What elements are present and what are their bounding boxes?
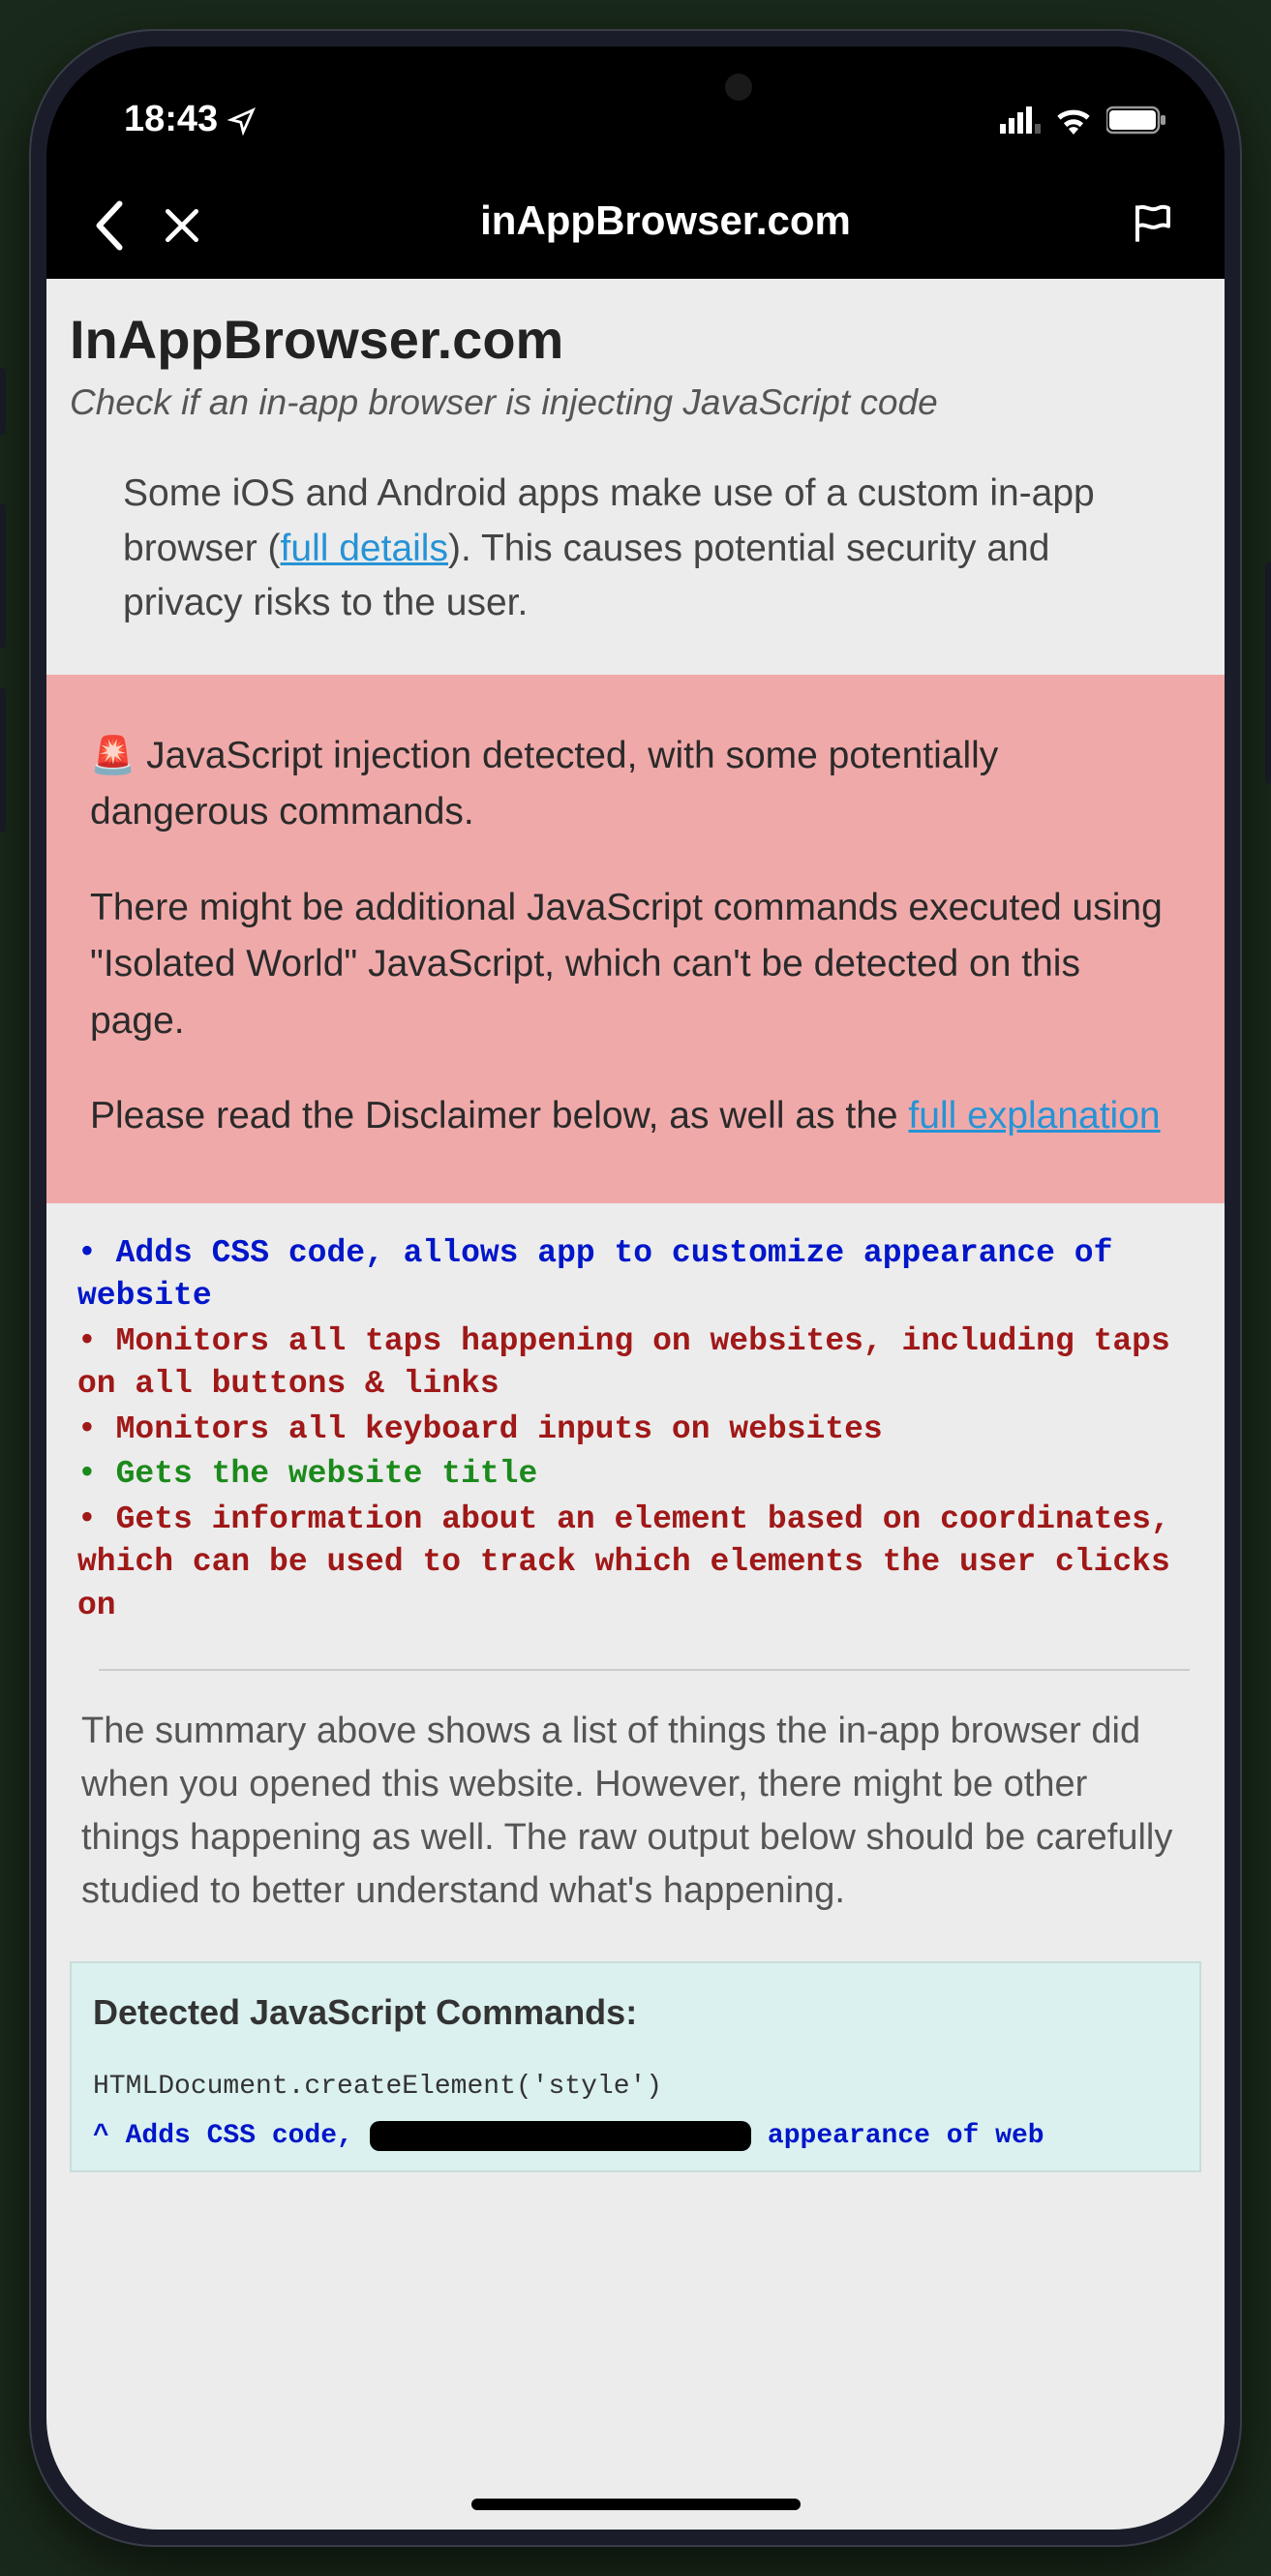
wifi-icon xyxy=(1054,99,1093,140)
notch xyxy=(423,46,849,119)
full-details-link[interactable]: full details xyxy=(281,528,448,569)
detection-item: • Monitors all taps happening on website… xyxy=(77,1320,1194,1407)
alert-line-2: There might be additional JavaScript com… xyxy=(90,880,1181,1050)
redacted-text: allows app to customize xyxy=(370,2121,751,2151)
back-button[interactable] xyxy=(95,190,124,253)
command-desc-1: ^ Adds CSS code, allows app to customize… xyxy=(93,2121,1178,2151)
webview-content[interactable]: InAppBrowser.com Check if an in-app brow… xyxy=(46,279,1225,2530)
page-title: InAppBrowser.com xyxy=(70,308,1201,371)
detection-item: • Monitors all keyboard inputs on websit… xyxy=(77,1409,1194,1452)
cellular-icon xyxy=(1000,99,1041,140)
detection-item: • Gets the website title xyxy=(77,1453,1194,1497)
battery-icon xyxy=(1106,99,1166,140)
location-icon xyxy=(227,102,257,137)
divider xyxy=(99,1669,1190,1671)
alert-line-1: JavaScript injection detected, with some… xyxy=(90,735,998,833)
alert-line-3-before: Please read the Disclaimer below, as wel… xyxy=(90,1095,908,1136)
home-indicator[interactable] xyxy=(471,2499,801,2510)
webview-nav-bar: inAppBrowser.com xyxy=(46,163,1225,279)
summary-paragraph: The summary above shows a list of things… xyxy=(70,1705,1201,1918)
commands-heading: Detected JavaScript Commands: xyxy=(93,1992,1178,2033)
detection-list: • Adds CSS code, allows app to customize… xyxy=(70,1203,1201,1640)
detection-item: • Adds CSS code, allows app to customize… xyxy=(77,1232,1194,1318)
page-subtitle: Check if an in-app browser is injecting … xyxy=(70,382,1201,423)
phone-screen: 18:43 xyxy=(46,46,1225,2530)
phone-frame: 18:43 xyxy=(29,29,1242,2547)
silence-switch[interactable] xyxy=(0,368,6,436)
volume-down-button[interactable] xyxy=(0,687,6,833)
report-flag-button[interactable] xyxy=(1130,195,1176,248)
status-time: 18:43 xyxy=(124,99,218,140)
power-button[interactable] xyxy=(1265,561,1271,784)
full-explanation-link[interactable]: full explanation xyxy=(908,1095,1160,1136)
siren-icon: 🚨 xyxy=(90,736,136,776)
command-line-1: HTMLDocument.createElement('style') xyxy=(93,2072,1178,2102)
close-button[interactable] xyxy=(163,190,201,253)
detection-item: • Gets information about an element base… xyxy=(77,1499,1194,1628)
volume-up-button[interactable] xyxy=(0,503,6,649)
intro-paragraph: Some iOS and Android apps make use of a … xyxy=(70,467,1201,631)
alert-box: 🚨 JavaScript injection detected, with so… xyxy=(46,675,1225,1203)
page-url-title: inAppBrowser.com xyxy=(240,197,1091,244)
commands-box: Detected JavaScript Commands: HTMLDocume… xyxy=(70,1961,1201,2172)
